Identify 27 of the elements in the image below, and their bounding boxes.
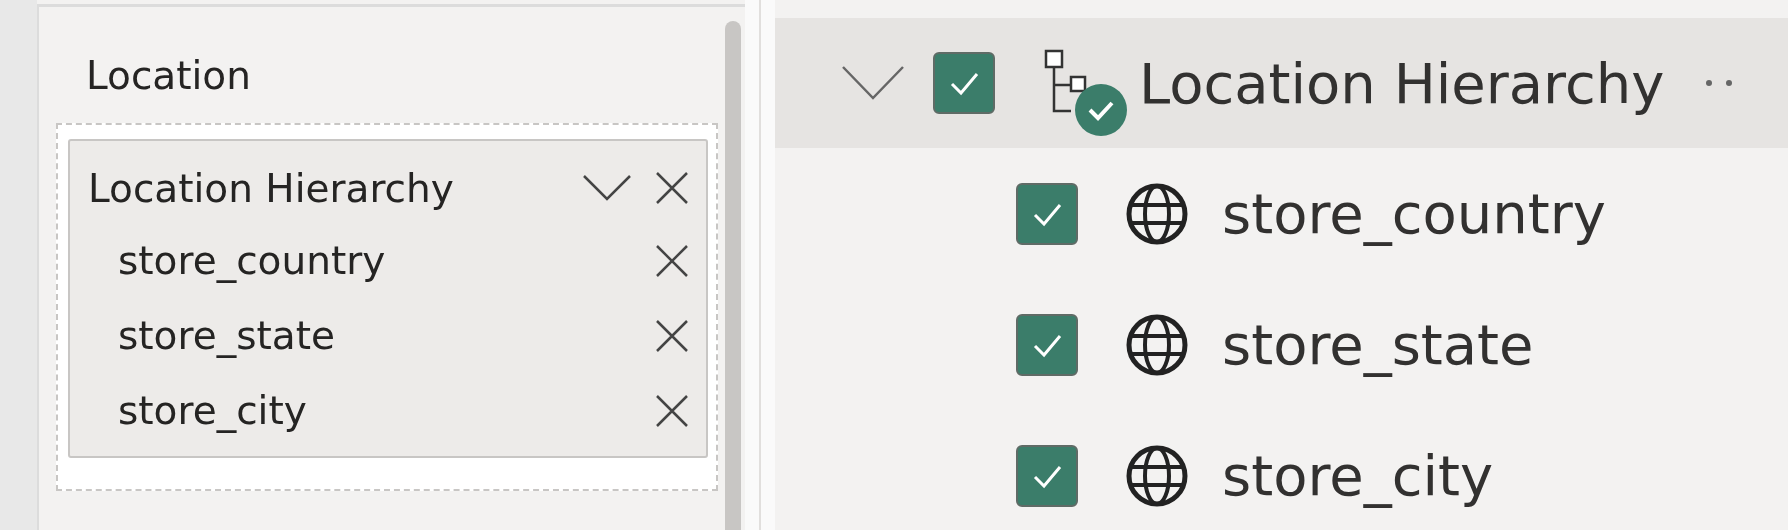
level-name: store_city: [117, 388, 308, 433]
field-name: store_country: [1222, 181, 1606, 246]
close-icon[interactable]: [654, 170, 690, 206]
checkbox[interactable]: [1016, 444, 1078, 507]
tree-row[interactable]: Location Hierarchy: [775, 18, 1788, 148]
tree-row[interactable]: store_state: [775, 279, 1788, 410]
hierarchy-name: Location Hierarchy: [1139, 50, 1665, 116]
globe-icon: [1125, 443, 1189, 508]
field-name: Location Hierarchy: [88, 165, 455, 211]
checkbox[interactable]: [933, 52, 995, 114]
field-name: store_state: [1222, 312, 1534, 377]
globe-icon: [1125, 312, 1189, 377]
tree-row[interactable]: store_city: [775, 410, 1788, 530]
well-title: Location: [86, 52, 252, 100]
close-icon[interactable]: [654, 242, 690, 279]
globe-icon: [1125, 181, 1189, 246]
level-name: store_country: [117, 238, 387, 283]
close-icon[interactable]: [654, 317, 690, 354]
level-name: store_state: [117, 313, 336, 358]
tree-row[interactable]: store_country: [775, 148, 1788, 279]
checkbox[interactable]: [1016, 182, 1078, 245]
chevron-icon[interactable]: [582, 174, 632, 202]
scrollbar[interactable]: [725, 21, 741, 530]
checkbox[interactable]: [1016, 313, 1078, 376]
chevron-icon[interactable]: [841, 65, 905, 101]
close-icon[interactable]: [654, 392, 690, 429]
field-name: store_city: [1222, 443, 1494, 508]
